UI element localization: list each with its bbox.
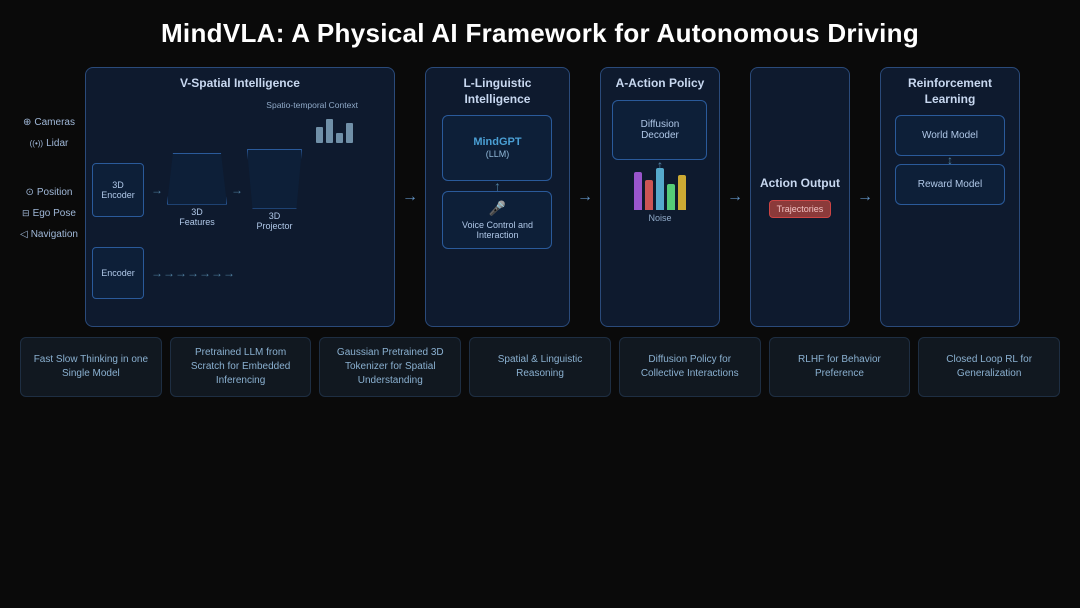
inputs-column: ⊕ Cameras ((•)) Lidar ⊙ Position ⊟ Ego P… (20, 117, 78, 327)
bottom-card-6: Closed Loop RL for Generalization (918, 337, 1060, 397)
bottom-card-4: Diffusion Policy for Collective Interact… (619, 337, 761, 397)
bar1 (316, 127, 323, 143)
vspatial-title: V-Spatial Intelligence (180, 76, 300, 92)
vspatial-section: V-Spatial Intelligence Spatio-temporal C… (85, 67, 395, 327)
bar4 (346, 123, 353, 143)
trajectories-label: Trajectories (777, 204, 824, 214)
input-lidar: ((•)) Lidar (30, 138, 69, 149)
features-label: 3DFeatures (179, 207, 215, 227)
output-title: Action Output (760, 176, 840, 192)
projector-3d-container: 3DProjector (247, 149, 302, 231)
navigation-icon: ◁ (20, 229, 28, 240)
reward-model-block: Reward Model (895, 164, 1005, 205)
arrow-output-rl: → (857, 188, 873, 206)
ego-pose-icon: ⊟ (22, 208, 30, 219)
noise-bar-5 (678, 175, 686, 210)
rl-title: ReinforcementLearning (908, 76, 992, 107)
up-arrow-voice: ↑ (494, 181, 501, 191)
world-model-block: World Model (895, 115, 1005, 156)
output-section: Action Output Trajectories (750, 67, 850, 327)
input-cameras: ⊕ Cameras (23, 117, 75, 128)
encoder-3d-label: 3DEncoder (92, 163, 144, 217)
vspatial-top-row: 3DEncoder → 3DFeatures → 3DProjector (92, 149, 388, 231)
noise-label: Noise (648, 213, 671, 223)
page-container: MindVLA: A Physical AI Framework for Aut… (20, 18, 1060, 397)
voice-icon: 🎤 (449, 200, 545, 217)
voice-label: Voice Control andInteraction (449, 220, 545, 240)
bottom-card-1: Pretrained LLM from Scratch for Embedded… (170, 337, 312, 397)
encoder-top-block: 3DEncoder (92, 163, 147, 217)
input-position: ⊙ Position (26, 187, 73, 198)
diffusion-block: Diffusion Decoder (612, 100, 707, 160)
llm-label: (LLM) (486, 149, 510, 159)
arrow-vspatial-linguistic: → (402, 188, 418, 206)
features-3d-container: 3DFeatures (167, 153, 227, 227)
bottom-card-2: Gaussian Pretrained 3D Tokenizer for Spa… (319, 337, 461, 397)
rl-section: ReinforcementLearning World Model ↕ Rewa… (880, 67, 1020, 327)
trajectories-badge: Trajectories (769, 200, 832, 218)
spatio-label: Spatio-temporal Context (266, 100, 358, 110)
reward-model-label: Reward Model (918, 179, 982, 190)
input-navigation: ◁ Navigation (20, 229, 78, 240)
noise-bar-2 (645, 180, 653, 210)
bar3 (336, 133, 343, 143)
bottom-card-5: RLHF for Behavior Preference (769, 337, 911, 397)
signal-bars-visual (316, 115, 353, 143)
noise-bar-1 (634, 172, 642, 210)
input-ego-pose: ⊟ Ego Pose (22, 208, 76, 219)
encoder-bottom-container: Encoder (92, 247, 147, 299)
arrow-feat-proj: → (231, 183, 243, 197)
diagram-row: ⊕ Cameras ((•)) Lidar ⊙ Position ⊟ Ego P… (20, 67, 1060, 327)
diffusion-line1: Diffusion (641, 119, 680, 130)
mindgpt-label: MindGPT (473, 136, 521, 148)
encoder-bottom-block: Encoder (92, 247, 144, 299)
projector-trapezoid (247, 149, 302, 209)
bottom-card-3: Spatial & Linguistic Reasoning (469, 337, 611, 397)
features-trapezoid (167, 153, 227, 205)
projector-label: 3DProjector (256, 211, 292, 231)
double-arrow-rl: ↕ (947, 156, 953, 164)
camera-icon: ⊕ (23, 117, 31, 128)
diffusion-line2: Decoder (641, 130, 679, 141)
arrow-linguistic-action: → (577, 188, 593, 206)
linguistic-section: L-LinguisticIntelligence MindGPT (LLM) ↑… (425, 67, 570, 327)
voice-block: 🎤 Voice Control andInteraction (442, 191, 552, 249)
vspatial-bottom-row: Encoder →→→→→→→ (92, 247, 388, 299)
action-title: A-Action Policy (616, 76, 705, 92)
page-title: MindVLA: A Physical AI Framework for Aut… (20, 18, 1060, 49)
noise-bar-3 (656, 168, 664, 210)
bottom-card-0: Fast Slow Thinking in one Single Model (20, 337, 162, 397)
noise-bar-4 (667, 184, 675, 210)
arrow-action-output: → (727, 188, 743, 206)
arrow-enc-feat: → (151, 183, 163, 197)
mindgpt-block: MindGPT (LLM) (442, 115, 552, 181)
action-section: A-Action Policy Diffusion Decoder ↑ Nois… (600, 67, 720, 327)
bar2 (326, 119, 333, 143)
bottom-cards-row: Fast Slow Thinking in one Single Model P… (20, 337, 1060, 397)
world-model-label: World Model (922, 130, 978, 141)
arrow-enc2: →→→→→→→ (151, 266, 235, 280)
linguistic-title: L-LinguisticIntelligence (463, 76, 531, 107)
lidar-icon: ((•)) (30, 139, 43, 148)
noise-bars (634, 170, 686, 210)
position-icon: ⊙ (26, 187, 34, 198)
